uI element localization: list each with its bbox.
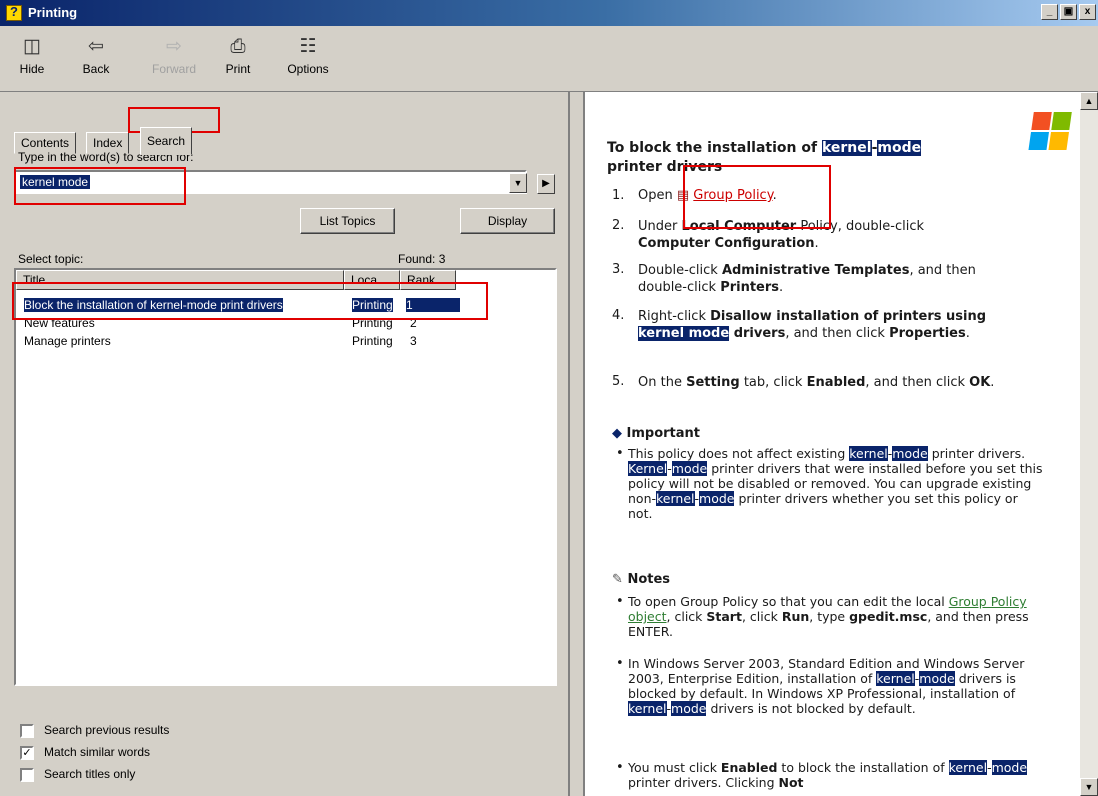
windows-logo bbox=[1028, 112, 1074, 152]
options-label: Options bbox=[287, 62, 329, 76]
search-previous-checkbox[interactable] bbox=[20, 724, 34, 738]
options-icon: ☷ bbox=[299, 36, 317, 57]
step-4: Right-click Disallow installation of pri… bbox=[638, 309, 987, 341]
hide-button[interactable]: ◫ Hide bbox=[8, 30, 56, 88]
help-app-icon bbox=[6, 4, 22, 21]
note-3: You must click Enabled to block the inst… bbox=[628, 760, 1028, 790]
scroll-up-button[interactable]: ▲ bbox=[1080, 92, 1098, 110]
scroll-down-button[interactable]: ▼ bbox=[1080, 778, 1098, 796]
important-heading: ◆ Important bbox=[612, 426, 701, 441]
search-titles-checkbox[interactable] bbox=[20, 768, 34, 782]
select-topic-label: Select topic: bbox=[18, 252, 84, 266]
notes-icon: ✎ bbox=[612, 572, 623, 587]
hide-pane-icon: ◫ bbox=[23, 36, 41, 57]
step-1: 1. bbox=[612, 188, 625, 203]
toolbar: ◫ Hide ⇦ Back ⇨ Forward ⎙ Print ☷ Option… bbox=[0, 26, 1098, 92]
match-similar-label: Match similar words bbox=[44, 745, 151, 759]
restore-button[interactable]: ▣ bbox=[1060, 4, 1077, 20]
window-title: Printing bbox=[28, 5, 78, 20]
forward-button[interactable]: ⇨ Forward bbox=[143, 30, 205, 88]
title-bar: Printing _ ▣ x bbox=[0, 0, 1098, 26]
step-5: On the Setting tab, click Enabled, and t… bbox=[638, 375, 995, 390]
match-similar-checkbox[interactable]: ✓ bbox=[20, 746, 34, 760]
options-button[interactable]: ☷ Options bbox=[276, 30, 340, 88]
forward-arrow-icon: ⇨ bbox=[166, 36, 182, 57]
table-row[interactable]: Manage printers Printing 3 bbox=[16, 333, 555, 351]
topic-scrollbar[interactable]: ▲ ▼ bbox=[1080, 92, 1098, 796]
minimize-button[interactable]: _ bbox=[1041, 4, 1058, 20]
note-1: To open Group Policy so that you can edi… bbox=[628, 594, 1029, 639]
back-button[interactable]: ⇦ Back bbox=[72, 30, 120, 88]
found-count: Found: 3 bbox=[398, 252, 446, 266]
row-title: Manage printers bbox=[24, 334, 111, 348]
step-3: Double-click Administrative Templates, a… bbox=[638, 263, 976, 295]
hide-label: Hide bbox=[19, 62, 45, 76]
printer-icon: ⎙ bbox=[230, 36, 246, 57]
print-label: Print bbox=[225, 62, 251, 76]
search-go-button[interactable]: ▶ bbox=[537, 174, 555, 194]
back-arrow-icon: ⇦ bbox=[88, 36, 104, 57]
row-location: Printing bbox=[352, 334, 393, 348]
search-titles-label: Search titles only bbox=[44, 767, 136, 781]
close-button[interactable]: x bbox=[1079, 4, 1096, 20]
annotation-box-search-input bbox=[14, 167, 186, 205]
row-rank: 3 bbox=[410, 334, 417, 348]
window-controls: _ ▣ x bbox=[1041, 4, 1096, 20]
print-button[interactable]: ⎙ Print bbox=[214, 30, 262, 88]
list-topics-button[interactable]: List Topics bbox=[300, 208, 395, 234]
back-label: Back bbox=[82, 62, 110, 76]
important-icon: ◆ bbox=[612, 426, 622, 441]
tab-search[interactable]: Search bbox=[140, 127, 193, 155]
notes-heading: ✎ Notes bbox=[612, 572, 671, 587]
important-text: This policy does not affect existing ker… bbox=[628, 446, 1043, 521]
search-previous-label: Search previous results bbox=[44, 723, 170, 737]
note-2: In Windows Server 2003, Standard Edition… bbox=[628, 656, 1025, 716]
display-button[interactable]: Display bbox=[460, 208, 555, 234]
annotation-box-group-policy bbox=[683, 165, 831, 229]
search-history-dropdown[interactable]: ▼ bbox=[509, 173, 527, 193]
forward-label: Forward bbox=[151, 62, 196, 76]
results-list[interactable]: Title Loca... Rank Block the installatio… bbox=[14, 268, 557, 686]
annotation-box-first-result bbox=[12, 282, 488, 320]
